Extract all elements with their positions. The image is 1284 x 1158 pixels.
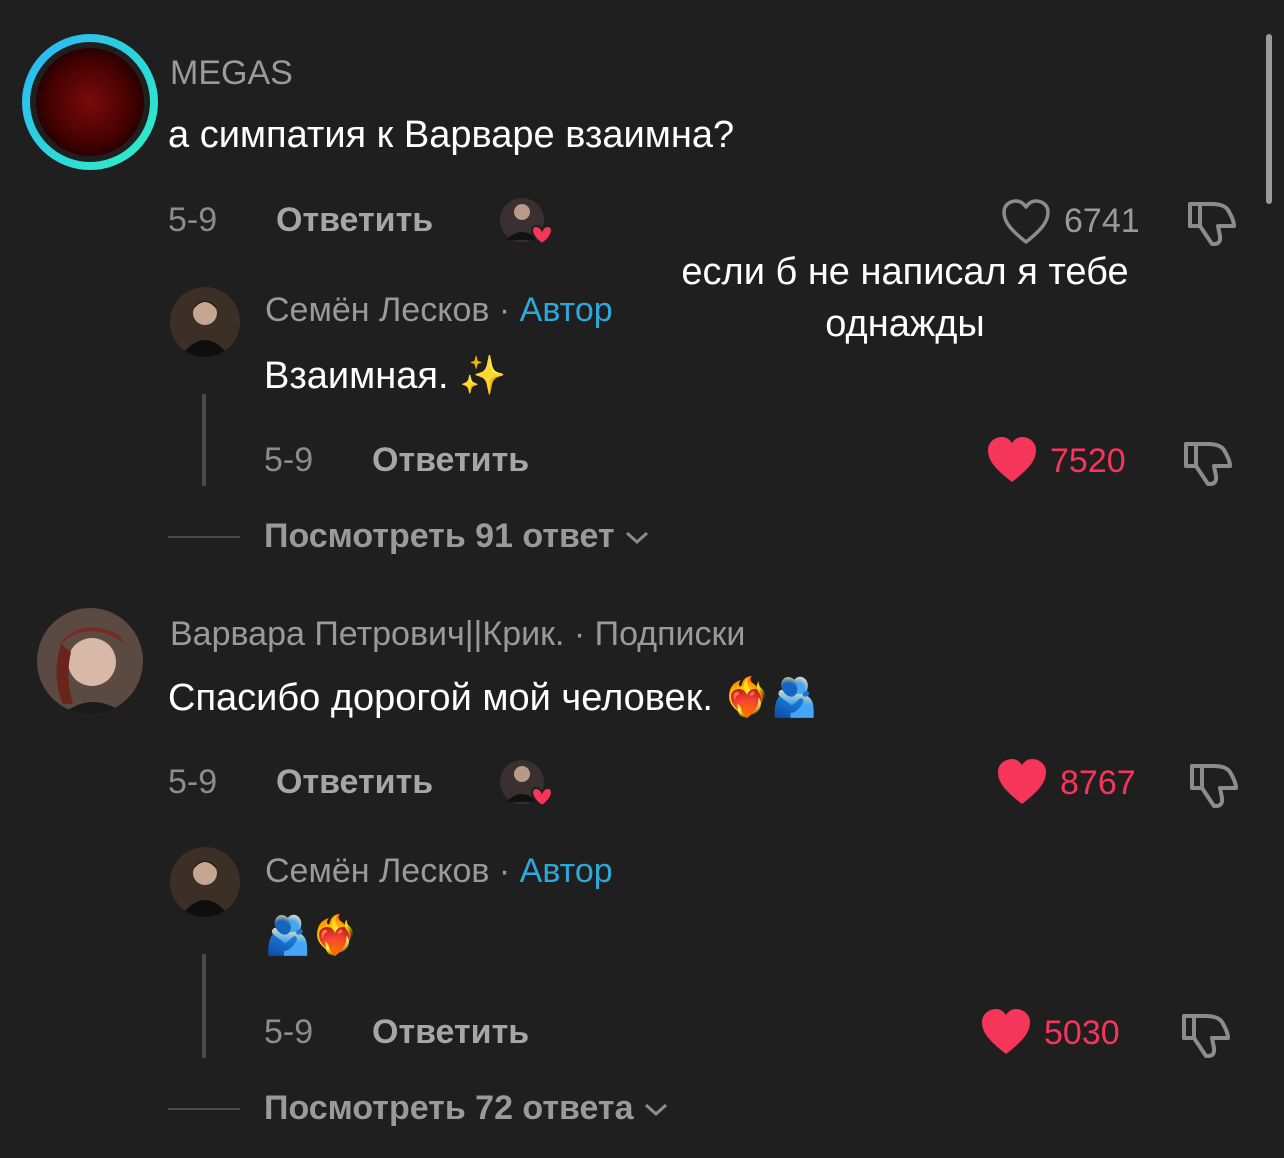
- reply-username: Семён Лесков · Автор: [265, 291, 613, 330]
- view-replies-label: Посмотреть 91 ответ: [264, 517, 615, 555]
- overlay-line-2: однажды: [825, 303, 985, 345]
- thumbs-down-icon[interactable]: [1184, 196, 1238, 248]
- reply-date: 5-9: [264, 441, 314, 479]
- reply-text: 🫂❤️‍🔥: [264, 915, 359, 957]
- view-replies-divider: [168, 536, 240, 538]
- heart-icon[interactable]: [996, 758, 1048, 806]
- heart-icon[interactable]: [986, 436, 1038, 484]
- author-tag: Автор: [519, 852, 613, 890]
- chevron-down-icon: [624, 529, 650, 547]
- thumbs-down-icon[interactable]: [1186, 758, 1240, 810]
- like-count: 8767: [1060, 764, 1136, 802]
- separator: ·: [498, 291, 511, 329]
- avatar[interactable]: [170, 847, 240, 917]
- author-tag: Автор: [519, 291, 613, 329]
- heart-icon[interactable]: [980, 1008, 1032, 1056]
- view-replies-button[interactable]: Посмотреть 91 ответ: [264, 517, 650, 556]
- reply-text: Взаимная. ✨: [264, 355, 507, 397]
- separator: ·: [498, 852, 511, 890]
- comment-date: 5-9: [168, 201, 218, 239]
- overlay-line-1: если б не написал я тебе: [681, 251, 1129, 293]
- reply-author-name[interactable]: Семён Лесков: [265, 291, 489, 329]
- avatar[interactable]: [37, 608, 143, 714]
- comment-date: 5-9: [168, 763, 218, 801]
- like-count: 6741: [1064, 202, 1140, 240]
- creator-liked-badge: [498, 758, 556, 810]
- like-count: 7520: [1050, 442, 1126, 480]
- video-caption-overlay: если б не написал я тебе однажды: [640, 246, 1170, 350]
- reply-button[interactable]: Ответить: [276, 201, 433, 240]
- thumbs-down-icon[interactable]: [1180, 436, 1234, 488]
- scrollbar[interactable]: [1266, 34, 1272, 204]
- comment-text: а симпатия к Варваре взаимна?: [168, 114, 735, 156]
- avatar[interactable]: [20, 32, 160, 172]
- comment-username[interactable]: MEGAS: [170, 54, 293, 93]
- thread-line: [202, 394, 206, 486]
- comment-text: Спасибо дорогой мой человек. ❤️‍🔥🫂: [168, 677, 819, 719]
- thumbs-down-icon[interactable]: [1178, 1008, 1232, 1060]
- reply-username: Семён Лесков · Автор: [265, 852, 613, 891]
- chevron-down-icon: [643, 1101, 669, 1119]
- avatar[interactable]: [170, 287, 240, 357]
- reply-button[interactable]: Ответить: [372, 441, 529, 480]
- view-replies-label: Посмотреть 72 ответа: [264, 1089, 634, 1127]
- view-replies-button[interactable]: Посмотреть 72 ответа: [264, 1089, 669, 1128]
- creator-liked-badge: [498, 196, 556, 248]
- reply-button[interactable]: Ответить: [372, 1013, 529, 1052]
- like-count: 5030: [1044, 1014, 1120, 1052]
- reply-date: 5-9: [264, 1013, 314, 1051]
- heart-icon[interactable]: [1000, 198, 1052, 246]
- thread-line: [202, 954, 206, 1058]
- reply-author-name[interactable]: Семён Лесков: [265, 852, 489, 890]
- reply-button[interactable]: Ответить: [276, 763, 433, 802]
- comment-username[interactable]: Варвара Петрович||Крик. · Подписки: [170, 615, 745, 654]
- view-replies-divider: [168, 1108, 240, 1110]
